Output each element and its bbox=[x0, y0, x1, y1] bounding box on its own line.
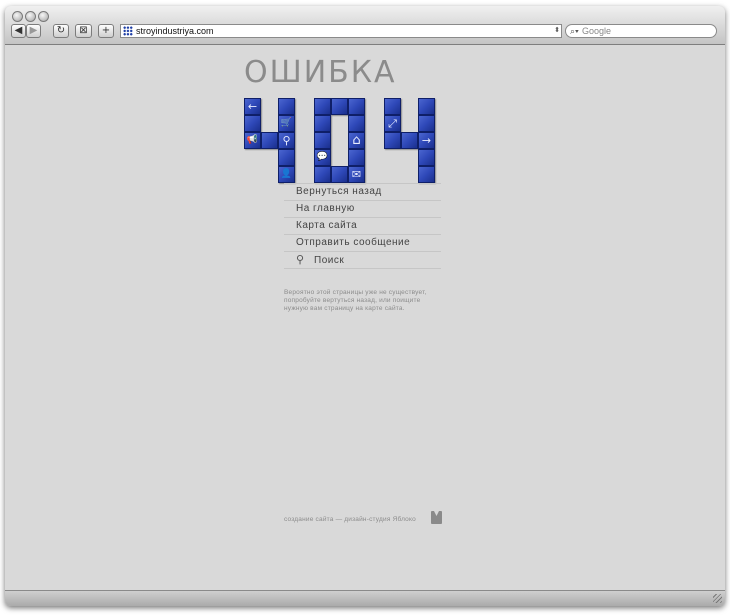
tile bbox=[278, 149, 295, 166]
close-window-button[interactable] bbox=[12, 11, 23, 22]
expand-icon: ⤢ bbox=[388, 117, 397, 130]
search-tile[interactable]: ⚲ bbox=[278, 132, 295, 149]
tile bbox=[348, 98, 365, 115]
search-icon: ⌕▾ bbox=[570, 26, 579, 36]
user-icon: 👤 bbox=[280, 169, 293, 179]
page-content: ОШИБКА 404 ← 📢 🛒 ⚲ 👤 ⌂ 💬 ✉ bbox=[5, 45, 725, 590]
search-field[interactable]: ⌕▾ Google bbox=[565, 24, 717, 38]
tile bbox=[401, 132, 418, 149]
mail-tile[interactable]: ✉ bbox=[348, 166, 365, 183]
site-favicon-icon bbox=[123, 26, 133, 36]
error-explanation: Вероятно этой страницы уже не существует… bbox=[284, 289, 427, 312]
menu-item-label: Карта сайта bbox=[296, 220, 358, 231]
arrow-left-icon: ← bbox=[247, 100, 258, 113]
tile bbox=[314, 132, 331, 149]
address-dropdown-icon[interactable]: ⬍ bbox=[554, 26, 560, 34]
bookmarks-button[interactable]: ⊠ bbox=[75, 24, 92, 38]
tile bbox=[261, 132, 278, 149]
menu-item-label: Вернуться назад bbox=[296, 186, 382, 197]
menu-item-sitemap[interactable]: Карта сайта bbox=[284, 218, 441, 235]
tile bbox=[418, 115, 435, 132]
reload-button[interactable]: ↻ bbox=[53, 24, 69, 38]
browser-window: ◀ ▶ ↻ ⊠ + stroyindustriya.com ⬍ ⌕▾ Googl… bbox=[5, 6, 725, 606]
forward-button[interactable]: ▶ bbox=[26, 24, 41, 38]
menu-item-home[interactable]: На главную bbox=[284, 201, 441, 218]
address-url: stroyindustriya.com bbox=[136, 26, 214, 36]
search-placeholder: Google bbox=[582, 26, 612, 36]
back-tile[interactable]: ← bbox=[244, 98, 261, 115]
menu-item-label: Отправить сообщение bbox=[296, 237, 411, 248]
fullscreen-tile[interactable]: ⤢ bbox=[384, 115, 401, 132]
forward-tile[interactable]: → bbox=[418, 132, 435, 149]
tile bbox=[314, 98, 331, 115]
arrow-right-icon: → bbox=[421, 134, 432, 147]
address-bar[interactable]: stroyindustriya.com ⬍ bbox=[120, 24, 562, 38]
envelope-icon: ✉ bbox=[351, 168, 362, 181]
tile bbox=[331, 166, 348, 183]
error-heading: ОШИБКА bbox=[244, 55, 397, 90]
menu-item-search[interactable]: ⚲ Поиск bbox=[284, 252, 441, 269]
back-button[interactable]: ◀ bbox=[11, 24, 26, 38]
tile bbox=[348, 149, 365, 166]
cart-icon: 🛒 bbox=[280, 118, 293, 128]
chat-tile[interactable]: 💬 bbox=[314, 149, 331, 166]
menu-item-back[interactable]: Вернуться назад bbox=[284, 184, 441, 201]
tile bbox=[348, 115, 365, 132]
studio-logo-icon[interactable] bbox=[431, 511, 442, 524]
tile bbox=[418, 166, 435, 183]
menu-item-label: На главную bbox=[296, 203, 355, 214]
home-tile[interactable]: ⌂ bbox=[348, 132, 365, 149]
search-icon: ⚲ bbox=[296, 253, 305, 266]
tile bbox=[314, 166, 331, 183]
toolbar: ◀ ▶ ↻ ⊠ + stroyindustriya.com ⬍ ⌕▾ Googl… bbox=[5, 6, 725, 45]
status-bar bbox=[5, 590, 725, 606]
tile bbox=[314, 115, 331, 132]
speech-bubble-icon: 💬 bbox=[316, 152, 329, 162]
zoom-window-button[interactable] bbox=[38, 11, 49, 22]
tile bbox=[331, 98, 348, 115]
footer-credit-link[interactable]: создание сайта — дизайн-студия Яблоко bbox=[284, 516, 416, 523]
megaphone-icon: 📢 bbox=[246, 135, 259, 145]
tile bbox=[418, 149, 435, 166]
minimize-window-button[interactable] bbox=[25, 11, 36, 22]
menu-item-label: Поиск bbox=[314, 255, 345, 266]
cart-tile[interactable]: 🛒 bbox=[278, 115, 295, 132]
tile bbox=[384, 132, 401, 149]
ads-tile[interactable]: 📢 bbox=[244, 132, 261, 149]
tile bbox=[384, 98, 401, 115]
menu-item-send-message[interactable]: Отправить сообщение bbox=[284, 235, 441, 252]
resize-grip-icon[interactable] bbox=[713, 594, 722, 603]
home-icon: ⌂ bbox=[352, 133, 361, 148]
tile bbox=[278, 98, 295, 115]
tile bbox=[244, 115, 261, 132]
tile bbox=[418, 98, 435, 115]
user-tile[interactable]: 👤 bbox=[278, 166, 295, 183]
error-menu: Вернуться назад На главную Карта сайта О… bbox=[284, 183, 441, 269]
search-icon: ⚲ bbox=[282, 134, 291, 147]
add-bookmark-button[interactable]: + bbox=[98, 24, 114, 38]
